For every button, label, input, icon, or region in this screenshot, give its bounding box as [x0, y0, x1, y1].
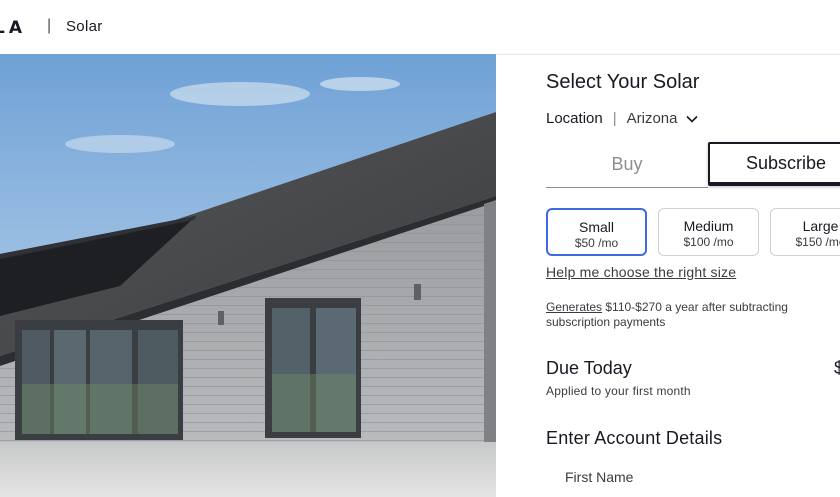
chevron-down-icon[interactable]	[685, 112, 699, 126]
configuration-panel: Select Your Solar Location | Arizona Buy…	[496, 55, 840, 497]
panel-title: Select Your Solar	[546, 71, 700, 93]
due-today-value: $	[834, 358, 840, 378]
size-name: Medium	[683, 218, 734, 234]
top-header: LA | Solar	[0, 0, 840, 55]
size-option-medium[interactable]: Medium $100 /mo	[658, 208, 759, 256]
tab-buy[interactable]: Buy	[546, 142, 708, 188]
due-today-label: Due Today	[546, 358, 632, 378]
tesla-logo[interactable]: LA	[0, 18, 26, 38]
header-separator: |	[47, 17, 52, 34]
size-price: $100 /mo	[683, 235, 734, 249]
tab-subscribe[interactable]: Subscribe	[708, 142, 840, 186]
purchase-type-tabs: Buy Subscribe	[546, 142, 840, 188]
help-choose-size-link[interactable]: Help me choose the right size	[546, 264, 736, 280]
house-solar-image	[0, 54, 496, 497]
size-price: $50 /mo	[574, 236, 619, 250]
location-separator: |	[612, 110, 617, 127]
account-details-heading: Enter Account Details	[546, 428, 723, 448]
generates-link[interactable]: Generates	[546, 300, 602, 314]
generates-info: Generates $110-$270 a year after subtrac…	[546, 300, 836, 330]
size-name: Small	[578, 219, 614, 235]
first-name-input[interactable]	[560, 493, 840, 497]
size-price: $150 /mo	[795, 235, 840, 249]
size-option-small[interactable]: Small $50 /mo	[546, 208, 647, 256]
first-name-label: First Name	[565, 469, 634, 485]
size-options: Small $50 /mo Medium $100 /mo Large $150…	[546, 208, 840, 258]
due-today-subtext: Applied to your first month	[546, 384, 691, 398]
location-label: Location	[546, 110, 603, 127]
size-name: Large	[802, 218, 839, 234]
product-name: Solar	[66, 18, 103, 35]
location-value[interactable]: Arizona	[627, 110, 678, 127]
location-selector[interactable]: Location | Arizona	[546, 110, 699, 127]
size-option-large[interactable]: Large $150 /mo	[770, 208, 840, 256]
